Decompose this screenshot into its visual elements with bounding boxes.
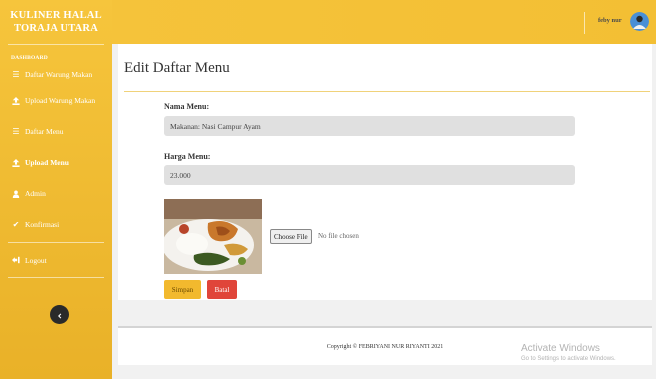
- check-icon: ✔: [12, 220, 20, 229]
- sidebar-item-label: Upload Warung Makan: [25, 96, 96, 105]
- activate-windows-watermark: Activate Windows Go to Settings to activ…: [521, 343, 616, 362]
- nama-menu-input[interactable]: Makanan: Nasi Campur Ayam: [164, 116, 575, 136]
- sidebar-item-logout[interactable]: Logout: [0, 243, 112, 277]
- save-button[interactable]: Simpan: [164, 280, 201, 299]
- sidebar-item-label: Daftar Menu: [25, 127, 64, 136]
- sidebar-item-label: Upload Menu: [25, 158, 69, 167]
- username[interactable]: feby nur: [598, 17, 622, 24]
- brand-line-1: KULINER HALAL: [10, 10, 102, 21]
- edit-form-card: Edit Daftar Menu Nama Menu: Makanan: Nas…: [118, 44, 652, 300]
- sidebar-item-daftar-warung-makan[interactable]: ☰ Daftar Warung Makan: [0, 63, 112, 85]
- harga-menu-label: Harga Menu:: [164, 152, 211, 161]
- sidebar-item-admin[interactable]: Admin: [0, 178, 112, 209]
- copyright-text: Copyright © FEBRIYANI NUR RIYANTI 2021: [326, 343, 444, 350]
- watermark-subtitle: Go to Settings to activate Windows.: [521, 356, 616, 362]
- nama-menu-label: Nama Menu:: [164, 102, 210, 111]
- list-icon: ☰: [12, 69, 20, 79]
- brand-logo[interactable]: KULINER HALAL TORAJA UTARA: [0, 0, 112, 44]
- user-icon: [11, 190, 21, 198]
- title-divider: [124, 91, 650, 92]
- sidebar-divider: [8, 44, 104, 45]
- chevron-left-icon: [57, 306, 63, 324]
- menu-photo: [164, 199, 262, 274]
- sidebar-item-label: Konfirmasi: [25, 220, 60, 229]
- sidebar-toggle-button[interactable]: [50, 305, 69, 324]
- list-icon: ☰: [12, 127, 20, 136]
- upload-icon: [11, 158, 21, 167]
- file-status: No file chosen: [318, 232, 359, 240]
- page-title: Edit Daftar Menu: [124, 60, 230, 76]
- choose-file-button[interactable]: Choose File: [270, 229, 312, 244]
- sidebar-item-upload-warung-makan[interactable]: Upload Warung Makan: [0, 85, 112, 116]
- avatar[interactable]: [630, 12, 649, 31]
- sidebar-item-label: Logout: [25, 255, 47, 265]
- sidebar: KULINER HALAL TORAJA UTARA DASHBOARD ☰ D…: [0, 0, 112, 379]
- topbar-divider: [584, 12, 585, 34]
- cancel-button[interactable]: Batal: [207, 280, 237, 299]
- upload-icon: [11, 96, 21, 105]
- topbar: feby nur: [112, 0, 656, 44]
- main-content: Edit Daftar Menu Nama Menu: Makanan: Nas…: [112, 44, 656, 379]
- sidebar-heading: DASHBOARD: [11, 55, 48, 61]
- harga-menu-input[interactable]: 23.000: [164, 165, 575, 185]
- logout-icon: [11, 256, 21, 264]
- sidebar-item-label: Daftar Warung Makan: [25, 69, 93, 79]
- sidebar-item-konfirmasi[interactable]: ✔ Konfirmasi: [0, 209, 112, 240]
- sidebar-item-label: Admin: [25, 189, 46, 198]
- brand-line-2: TORAJA UTARA: [14, 23, 98, 34]
- sidebar-item-daftar-menu[interactable]: ☰ Daftar Menu: [0, 116, 112, 147]
- watermark-title: Activate Windows: [521, 343, 600, 354]
- sidebar-item-upload-menu[interactable]: Upload Menu: [0, 147, 112, 178]
- sidebar-divider: [8, 277, 104, 278]
